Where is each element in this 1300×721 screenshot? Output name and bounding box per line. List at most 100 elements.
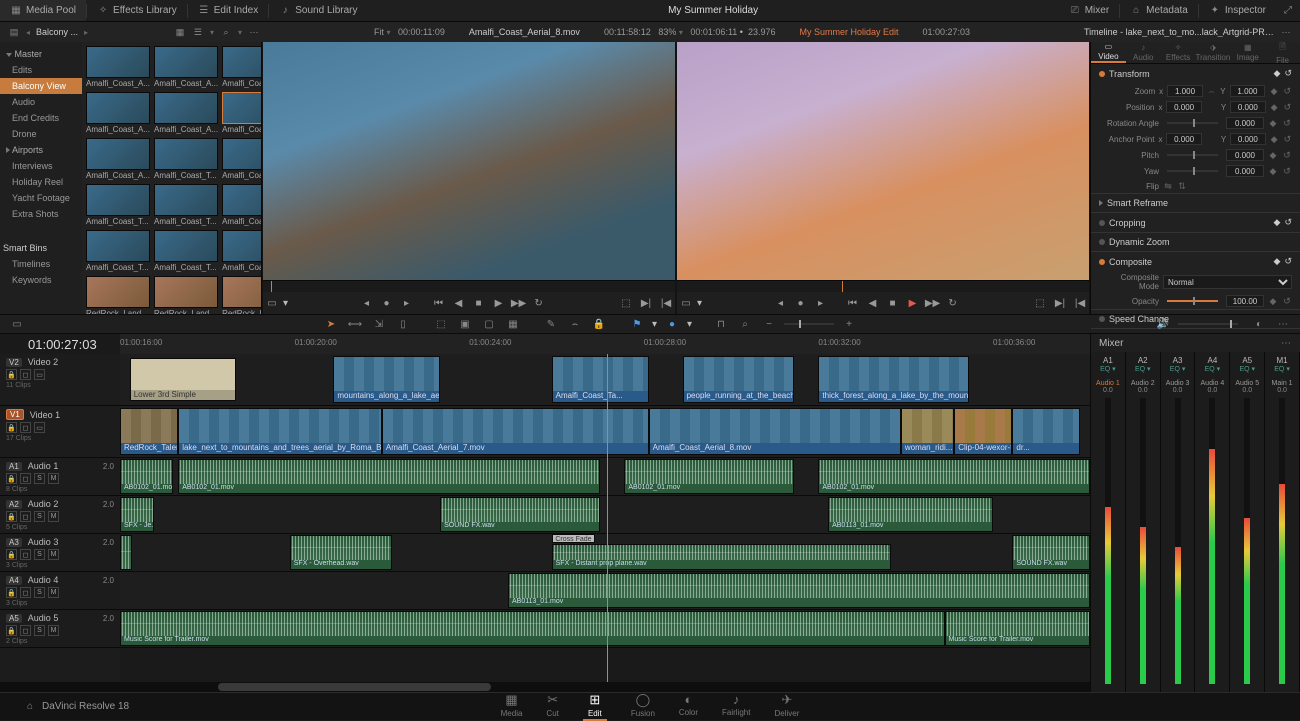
composite-header[interactable]: Composite◆↺	[1091, 252, 1300, 271]
more-icon[interactable]: ⋯	[248, 26, 260, 38]
link-tool-button[interactable]: ⌢	[566, 316, 584, 332]
track-header-a1[interactable]: A1Audio 12.0 🔒◻SM 8 Clips	[0, 458, 120, 496]
solo-button[interactable]: S	[34, 473, 45, 484]
view-list2-icon[interactable]: ☰	[192, 26, 204, 38]
keyframe-icon[interactable]: ◆	[1268, 118, 1278, 128]
pos-x-field[interactable]: 0.000	[1166, 101, 1201, 113]
smart-bin-keywords[interactable]: Keywords	[0, 272, 82, 288]
track-lock-button[interactable]: 🔒	[6, 369, 17, 380]
clip-thumbnail[interactable]: Amalfi_Coast_T...	[86, 230, 150, 272]
speed-change-header[interactable]: Speed Change	[1091, 310, 1300, 328]
loop-button[interactable]: ↻	[944, 294, 962, 312]
next-frame-button[interactable]: ▶▶	[510, 294, 528, 312]
clip-thumbnail[interactable]: Amalfi_Coast_T...	[86, 184, 150, 226]
solo-button[interactable]: S	[34, 549, 45, 560]
clip-thumbnail[interactable]: Amalfi_Coast_A...	[154, 46, 218, 88]
pitch-slider[interactable]	[1167, 154, 1218, 156]
blade-tool-button[interactable]: ▯	[394, 316, 412, 332]
mute-button[interactable]: M	[48, 549, 59, 560]
reset-icon[interactable]: ↺	[1282, 296, 1292, 306]
source-screen[interactable]	[263, 42, 675, 280]
timeline-clip[interactable]: SFX - Distant prop plane.wav	[552, 544, 892, 570]
pitch-field[interactable]: 0.000	[1226, 149, 1264, 161]
clip-thumbnail[interactable]: RedRock_Land...	[86, 276, 150, 314]
track-arm-button[interactable]: ◻	[20, 473, 31, 484]
keyframe-icon[interactable]: ◆	[1270, 102, 1279, 112]
timeline-name[interactable]: My Summer Holiday Edit	[799, 27, 898, 37]
keyframe-icon[interactable]: ◆	[1269, 86, 1278, 96]
flip-h-icon[interactable]: ⇋	[1163, 181, 1173, 191]
keyframe-icon[interactable]: ◆	[1274, 68, 1281, 79]
goto-out-button[interactable]: ▶|	[637, 294, 655, 312]
track-auto-button[interactable]: ◻	[20, 422, 31, 433]
timeline-clip[interactable]: AB0102_01.mov	[624, 459, 794, 494]
insert-button[interactable]: ⬚	[432, 316, 450, 332]
track-arm-button[interactable]: ◻	[20, 511, 31, 522]
clip-thumbnail[interactable]: Amalfi_Coast_T...	[222, 184, 261, 226]
mixer-channel[interactable]: Audio 30.0	[1161, 376, 1196, 692]
smart-bin-timelines[interactable]: Timelines	[0, 256, 82, 272]
timeline-clip[interactable]: SFX - Je...	[120, 497, 154, 532]
timeline-clip[interactable]: Lower 3rd Simple Underline	[130, 358, 237, 401]
edit-index-tab[interactable]: ☰Edit Index	[188, 0, 268, 21]
timeline-clip[interactable]: Music Score for Trailer.mov	[945, 611, 1091, 646]
mixer-channel[interactable]: Main 10.0	[1265, 376, 1300, 692]
clip-thumbnail[interactable]: Amalfi_Coast_A...	[86, 92, 150, 134]
track-arm-button[interactable]: ◻	[20, 625, 31, 636]
track-arm-button[interactable]: ◻	[20, 549, 31, 560]
page-media[interactable]: ▦Media	[501, 692, 523, 721]
timeline-clip[interactable]: SOUND FX.wav	[1012, 535, 1090, 570]
rotation-slider[interactable]	[1167, 122, 1218, 124]
page-cut[interactable]: ✂Cut	[546, 692, 558, 721]
volume-slider[interactable]	[1178, 323, 1238, 325]
overwrite-button[interactable]: ▣	[456, 316, 474, 332]
reset-icon[interactable]: ↺	[1284, 217, 1292, 228]
first-frame-button[interactable]: ⏮	[844, 294, 862, 312]
loop-button[interactable]: ↻	[530, 294, 548, 312]
reset-icon[interactable]: ↺	[1284, 256, 1292, 267]
play-button[interactable]: ▶	[490, 294, 508, 312]
bin-balcony-view[interactable]: Balcony View	[0, 78, 82, 94]
inspector-tab-image[interactable]: ▦Image	[1230, 42, 1265, 63]
timeline-clip[interactable]: Clip-04-wexor-tmg-...	[954, 408, 1012, 455]
timeline-scrollbar[interactable]	[0, 682, 1090, 692]
goto-out-button[interactable]: ▶|	[1051, 294, 1069, 312]
zoom-slider[interactable]	[784, 323, 834, 325]
bus-a4[interactable]: A4EQ ▾	[1195, 352, 1230, 376]
goto-in-button[interactable]: |◀	[657, 294, 675, 312]
dynamic-zoom-header[interactable]: Dynamic Zoom	[1091, 233, 1300, 251]
prev-frame-button[interactable]: ◀	[450, 294, 468, 312]
page-fusion[interactable]: ◯Fusion	[631, 692, 655, 721]
keyframe-icon[interactable]: ◆	[1274, 217, 1281, 228]
timeline-clip[interactable]: thick_forest_along_a_lake_by_the_mountai…	[818, 356, 968, 403]
search-icon[interactable]: ⌕	[220, 26, 232, 38]
timeline-clip[interactable]: Amalfi_Coast_Ta...	[552, 356, 649, 403]
fit-to-fill-button[interactable]: ▦	[504, 316, 522, 332]
track-lock-button[interactable]: 🔒	[6, 511, 17, 522]
timeline-clip[interactable]: AB0102_01.mov	[178, 459, 600, 494]
media-pool-tab[interactable]: ▦Media Pool	[0, 0, 86, 21]
marker-button[interactable]: ●	[663, 316, 681, 332]
viewer-mode-button[interactable]: ▭	[677, 294, 695, 312]
track-disable-button[interactable]: ▭	[34, 369, 45, 380]
caret-left-icon[interactable]: ◂	[26, 28, 30, 37]
source-zoom[interactable]: 83%	[658, 27, 676, 37]
prev-frame-button[interactable]: ◀	[864, 294, 882, 312]
timeline-clip[interactable]: SFX - Overhead.wav	[290, 535, 392, 570]
bin-interviews[interactable]: Interviews	[0, 158, 82, 174]
annotate-tool-button[interactable]: ✎	[542, 316, 560, 332]
pos-y-field[interactable]: 0.000	[1230, 101, 1265, 113]
timeline-canvas[interactable]: Lower 3rd Simple Underline mountains_alo…	[120, 354, 1090, 682]
timeline-timecode[interactable]: 01:00:27:03	[0, 334, 120, 354]
yaw-slider[interactable]	[1167, 170, 1218, 172]
timeline-screen[interactable]	[677, 42, 1089, 280]
clip-thumbnail[interactable]: Amalfi_Coast_T...	[222, 138, 261, 180]
inspector-tab-file[interactable]: 🗎File	[1265, 42, 1300, 63]
keyframe-icon[interactable]: ◆	[1268, 166, 1278, 176]
solo-button[interactable]: S	[34, 625, 45, 636]
reset-icon[interactable]: ↺	[1282, 118, 1292, 128]
match-frame-button[interactable]: ⬚	[1031, 294, 1049, 312]
timeline-clip[interactable]: AB0102_01.mov	[818, 459, 1090, 494]
dim-button[interactable]: ◐	[1250, 316, 1268, 332]
clip-thumbnail[interactable]: Amalfi_Coast_T...	[154, 230, 218, 272]
